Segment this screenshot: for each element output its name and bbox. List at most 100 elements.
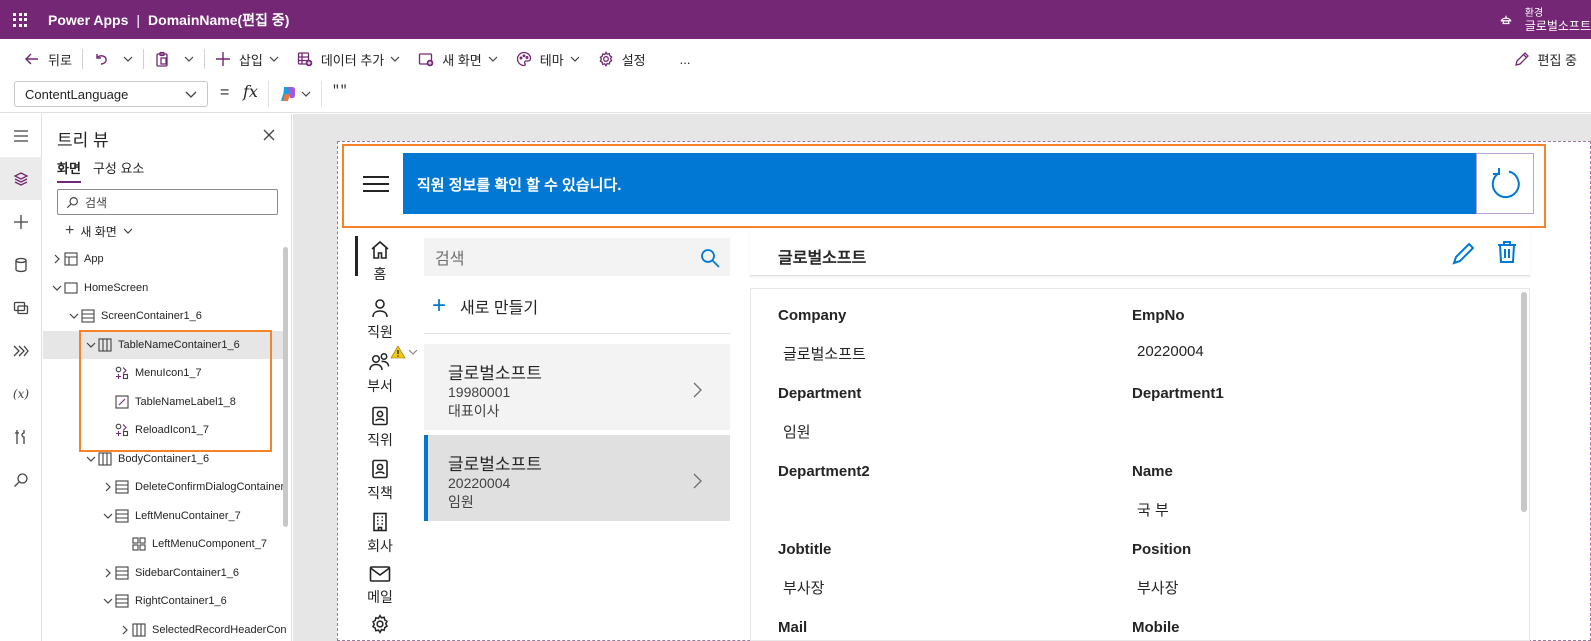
pencil-icon[interactable] xyxy=(1452,241,1474,265)
power-automate-icon xyxy=(13,345,29,356)
chevron-down-icon[interactable] xyxy=(123,54,133,64)
app-menu-item[interactable]: 직원 xyxy=(355,298,405,351)
tree-node[interactable]: LeftMenuContainer_7 xyxy=(43,502,283,531)
app-menu-item[interactable]: 부서 xyxy=(355,352,405,405)
app-menu-item[interactable]: 회사 xyxy=(355,512,405,565)
more-label: ... xyxy=(679,51,691,67)
hamburger-button[interactable] xyxy=(0,114,42,157)
record-card[interactable]: 글로벌소프트 19980001 대표이사 xyxy=(424,344,730,430)
chevron-right-icon[interactable] xyxy=(103,482,113,492)
tree-new-screen-button[interactable]: + 새 화면 xyxy=(65,222,133,240)
property-dropdown[interactable]: ContentLanguage xyxy=(14,81,208,107)
warning-icon[interactable] xyxy=(390,345,406,359)
chevron-down-icon[interactable] xyxy=(69,311,79,321)
app-menu-item[interactable]: 직위 xyxy=(355,406,405,459)
record-search-placeholder: 검색 xyxy=(435,251,465,268)
more-button[interactable]: ... xyxy=(674,44,697,74)
record-position: 임원 xyxy=(448,494,474,510)
chevron-down-icon[interactable] xyxy=(184,54,194,64)
app-menu-item-label: 직위 xyxy=(367,432,393,448)
chevron-right-icon xyxy=(692,382,702,401)
tree-search-placeholder: 검색 xyxy=(85,195,108,210)
insert-button[interactable]: 삽입 xyxy=(209,44,285,74)
new-record-label: 새로 만들기 xyxy=(460,300,539,317)
back-button[interactable]: 뒤로 xyxy=(18,44,78,74)
tree-node-label: ScreenContainer1_6 xyxy=(101,310,202,322)
vcontainer-icon xyxy=(81,309,95,323)
tree-node[interactable]: HomeScreen xyxy=(43,274,283,303)
copilot-button[interactable] xyxy=(268,81,322,107)
data-rail-button[interactable] xyxy=(0,243,42,286)
formula-input[interactable]: "" xyxy=(332,83,348,98)
tree-node[interactable]: ScreenContainer1_6 xyxy=(43,302,283,331)
field-label: Name xyxy=(1132,463,1173,480)
search-rail-button[interactable] xyxy=(0,458,42,501)
chevron-down-icon[interactable] xyxy=(52,283,62,293)
advanced-tools-rail-button[interactable] xyxy=(0,415,42,458)
app-menu-item[interactable]: 직책 xyxy=(355,459,405,512)
tree-node[interactable]: RightContainer1_6 xyxy=(43,587,283,616)
undo-button[interactable] xyxy=(87,44,139,74)
add-data-label: 데이터 추가 xyxy=(320,52,385,68)
theme-label: 테마 xyxy=(539,52,564,68)
chevron-down-icon[interactable] xyxy=(408,348,418,356)
trash-icon[interactable] xyxy=(1497,240,1517,264)
search-icon xyxy=(701,249,720,268)
chevron-right-icon[interactable] xyxy=(120,625,130,635)
record-card[interactable]: 글로벌소프트 20220004 임원 xyxy=(424,435,730,521)
tree-node[interactable]: LeftMenuComponent_7 xyxy=(43,530,283,559)
variables-rail-button[interactable]: (x) xyxy=(0,372,42,415)
tree-scrollbar[interactable] xyxy=(283,247,288,527)
edit-status-label: 편집 중 xyxy=(1537,52,1578,68)
vcontainer-icon xyxy=(115,594,129,608)
tree-node[interactable]: DeleteConfirmDialogContainer xyxy=(43,473,284,502)
environment-picker[interactable]: 환경 글로벌소프트 xyxy=(1499,0,1591,39)
new-record-button[interactable]: + 새로 만들기 xyxy=(432,294,538,318)
tree-search-input[interactable]: 검색 xyxy=(57,189,278,215)
app-menu-item[interactable]: 메일 xyxy=(355,565,405,618)
chevron-right-icon[interactable] xyxy=(103,568,113,578)
power-automate-rail-button[interactable] xyxy=(0,329,42,372)
insert-rail-button[interactable] xyxy=(0,200,42,243)
app-menu-item[interactable]: 홈 xyxy=(355,240,405,293)
gear-icon xyxy=(370,614,390,638)
record-search-input[interactable]: 검색 xyxy=(424,238,730,276)
tab-screens[interactable]: 화면 xyxy=(57,158,81,183)
app-launcher-button[interactable] xyxy=(0,0,40,39)
chevron-down-icon xyxy=(185,91,197,98)
media-rail-button[interactable] xyxy=(0,286,42,329)
tree-view-button[interactable] xyxy=(0,157,42,200)
app-menu-item-label: 홈 xyxy=(373,266,387,282)
detail-scrollbar[interactable] xyxy=(1521,292,1527,512)
new-screen-button[interactable]: 새 화면 xyxy=(412,44,504,74)
field-label: Jobtitle xyxy=(778,541,832,558)
tree-node[interactable]: SelectedRecordHeaderCon xyxy=(43,616,287,641)
component-icon xyxy=(132,537,146,551)
field-label: Company xyxy=(778,307,847,324)
tab-components[interactable]: 구성 요소 xyxy=(93,158,144,183)
chevron-down-icon[interactable] xyxy=(103,596,113,606)
tree-node-label: LeftMenuComponent_7 xyxy=(152,538,267,550)
settings-button[interactable]: 설정 xyxy=(592,44,652,74)
field-value: 부사장 xyxy=(783,580,825,597)
close-icon[interactable] xyxy=(263,129,275,141)
chevron-down-icon[interactable] xyxy=(86,454,96,464)
divider xyxy=(81,49,83,69)
gear-icon xyxy=(598,51,614,67)
building-icon xyxy=(370,512,390,536)
chevron-down-icon[interactable] xyxy=(103,511,113,521)
tree-tabs: 화면 구성 요소 xyxy=(57,158,156,183)
tree-node-label: App xyxy=(84,253,104,265)
app-menu-settings[interactable] xyxy=(355,614,405,641)
theme-button[interactable]: 테마 xyxy=(510,44,586,74)
chevron-right-icon[interactable] xyxy=(52,254,62,264)
record-empno: 20220004 xyxy=(448,475,511,491)
field-label: Mobile xyxy=(1132,619,1180,636)
new-screen-label: 새 화면 xyxy=(442,52,482,68)
paste-button[interactable] xyxy=(148,44,200,74)
edit-status-button[interactable]: 편집 중 xyxy=(1514,39,1578,79)
tree-node[interactable]: App xyxy=(43,245,283,274)
tree-node[interactable]: SidebarContainer1_6 xyxy=(43,559,283,588)
add-data-button[interactable]: 데이터 추가 xyxy=(291,44,406,74)
divider xyxy=(203,49,205,69)
